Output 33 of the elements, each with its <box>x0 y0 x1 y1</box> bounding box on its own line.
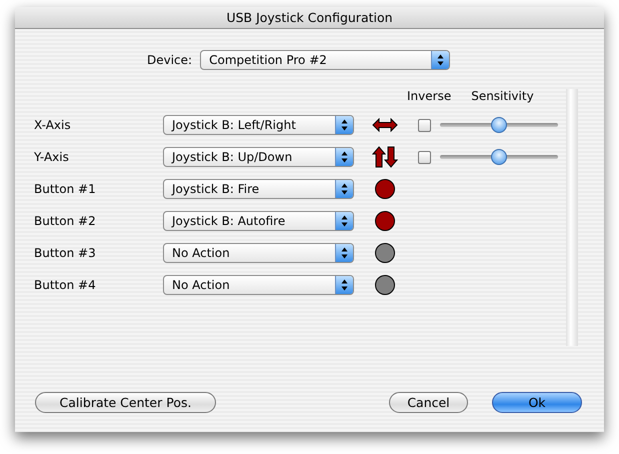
row-label: Button #1 <box>34 182 97 196</box>
stepper-icon <box>335 276 353 294</box>
up-down-arrows-icon <box>372 146 398 168</box>
dropdown[interactable]: Joystick B: Up/Down <box>163 147 354 167</box>
sensitivity-slider[interactable] <box>440 117 558 133</box>
row-label: X-Axis <box>34 118 72 132</box>
dropdown[interactable]: No Action <box>163 243 354 263</box>
row-label: Button #3 <box>34 246 97 260</box>
row-label: Button #2 <box>34 214 97 228</box>
dropdown[interactable]: Joystick B: Fire <box>163 179 354 199</box>
left-right-arrow-icon <box>372 118 398 132</box>
ok-button[interactable]: Ok <box>492 392 582 413</box>
window-title: USB Joystick Configuration <box>226 10 393 25</box>
column-header: Sensitivity <box>471 89 534 103</box>
sensitivity-slider[interactable] <box>440 149 558 165</box>
inverse-checkbox[interactable] <box>418 150 431 164</box>
cancel-button[interactable]: Cancel <box>389 392 468 413</box>
stepper-icon <box>335 244 353 262</box>
field-label: Device: <box>147 53 192 67</box>
stepper-icon <box>335 116 353 134</box>
calibrate-button[interactable]: Calibrate Center Pos. <box>35 392 216 413</box>
stepper-icon <box>335 180 353 198</box>
dropdown[interactable]: No Action <box>163 275 354 295</box>
stepper-icon <box>431 51 450 69</box>
stepper-icon <box>335 148 353 166</box>
dropdown[interactable]: Competition Pro #2 <box>200 50 450 70</box>
dropdown[interactable]: Joystick B: Autofire <box>163 211 354 231</box>
inverse-checkbox[interactable] <box>418 118 431 132</box>
dropdown[interactable]: Joystick B: Left/Right <box>163 115 354 135</box>
stepper-icon <box>335 212 353 230</box>
row-label: Button #4 <box>34 278 97 292</box>
row-label: Y-Axis <box>34 150 70 164</box>
column-header: Inverse <box>407 89 452 103</box>
